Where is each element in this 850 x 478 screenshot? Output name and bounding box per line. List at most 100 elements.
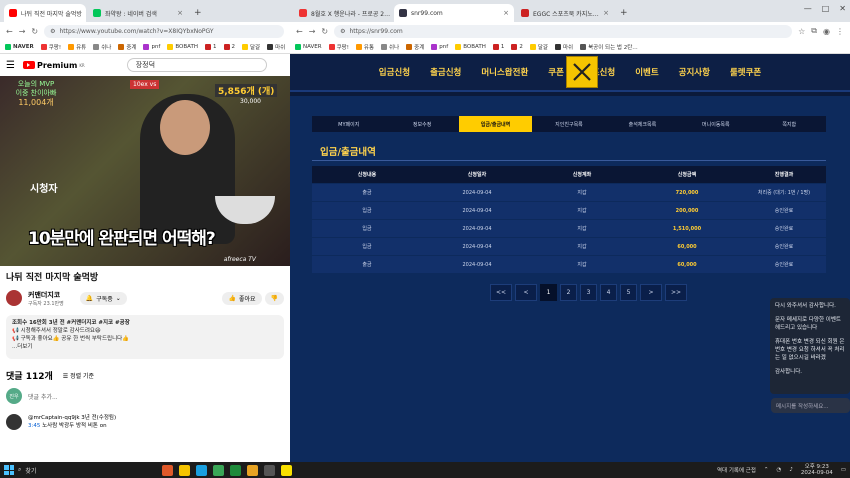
app-icon[interactable] [162,464,173,476]
close-menu-button[interactable] [566,56,598,88]
bookmark-item[interactable]: 쉬나 [93,43,111,51]
bookmark-item[interactable]: 2 [511,43,523,50]
sort-button[interactable]: ☰ 정렬 기준 [63,371,94,380]
page-last[interactable]: >> [665,284,687,301]
comment-timestamp-link[interactable]: 3:45 [28,423,40,429]
page-3[interactable]: 3 [580,284,597,301]
tab-youtube[interactable]: 나뒤 직전 마지막 술먹방 × [4,4,86,22]
video-description[interactable]: 조회수 16만회 3년 전 #커맨더지코 #지코 #공장 📢 시청해주셔서 정말… [6,315,284,359]
nav-deposit[interactable]: 입금신청 [379,66,410,78]
bookmark-item[interactable]: 1 [205,43,217,50]
bookmark-item[interactable]: 2 [223,43,235,50]
star-icon[interactable]: ☆ [798,27,805,36]
back-icon[interactable]: ← [296,27,303,36]
wifi-icon[interactable]: ◔ [777,467,782,473]
chat-input[interactable]: 메시지를 작성하세요... [771,398,850,413]
app-icon[interactable] [230,464,241,476]
video-player[interactable]: 오늘의 MVP 이중 찬이아빠 11,004개 10ex vs 5,856개 (… [0,76,290,266]
maximize-icon[interactable]: □ [822,4,830,13]
bookmark-item[interactable]: 마쉬 [267,43,285,51]
subnav-friends[interactable]: 지인친구목록 [532,121,605,128]
page-5[interactable]: 5 [620,284,637,301]
tab-naver-search[interactable]: 좌약왕 : 네이버 검색 × [88,4,188,22]
menu-icon[interactable]: ☰ [6,60,15,71]
tab-snr99[interactable]: snr99.com × [394,4,514,22]
like-button[interactable]: 👍 좋아요 [222,291,262,305]
new-tab-icon[interactable]: + [620,8,628,18]
more-icon[interactable]: ⋮ [836,27,844,36]
nav-money-swap[interactable]: 머니스왑전환 [481,66,528,78]
page-1[interactable]: 1 [540,284,557,301]
weather-text[interactable]: 역대 기록에 근접 [717,466,756,474]
site-info-icon[interactable]: ⚙ [340,28,345,35]
channel-avatar[interactable] [6,290,22,306]
page-prev[interactable]: < [515,284,537,301]
bookmark-item[interactable]: 북공이 되는 법 2탄… [580,43,638,51]
subnav-money-transfer[interactable]: 머니이동목록 [679,121,752,128]
comment-author[interactable]: @mrCaptain-qq9jk 3년 전(수정됨) [28,414,116,422]
bookmark-item[interactable]: NAVER [5,43,34,50]
bookmark-item[interactable]: 쿠팡! [328,43,349,51]
windows-start-icon[interactable] [4,465,14,475]
tab-lucky-land[interactable]: 8월호 X 행운나라 - 프로공 2… × [294,4,392,22]
nav-event[interactable]: 이벤트 [635,66,658,78]
volume-icon[interactable]: ♪ [789,467,793,473]
chevron-up-icon[interactable]: ⌃ [764,467,769,473]
bookmark-item[interactable]: pnf [431,43,448,50]
kakaotalk-icon[interactable] [281,464,292,476]
site-info-icon[interactable]: ⚙ [50,28,55,35]
profile-icon[interactable]: ◉ [823,27,830,36]
page-2[interactable]: 2 [560,284,577,301]
page-4[interactable]: 4 [600,284,617,301]
bookmark-item[interactable]: 달걀 [242,43,260,51]
tab-eggc[interactable]: EGGC 스포츠북 카지노… × [516,4,614,22]
app-icon[interactable] [264,464,275,476]
notification-icon[interactable]: ▭ [841,467,846,473]
youtube-search-input[interactable]: 장정덕 [126,58,267,72]
channel-name[interactable]: 커맨더지코 [28,290,64,300]
page-next[interactable]: > [640,284,662,301]
nav-roulette-coupon[interactable]: 룰렛쿠폰 [730,66,761,78]
bookmark-item[interactable]: 달걀 [529,43,548,51]
comment-input[interactable]: 댓글 추가... [28,392,58,401]
page-first[interactable]: << [490,284,512,301]
close-window-icon[interactable]: ✕ [839,4,846,13]
bookmark-item[interactable]: 유튜 [68,43,86,51]
taskbar-search[interactable]: ⌕ 찾기 [18,466,118,475]
bookmark-item[interactable]: BOBATH [455,43,486,50]
subscribe-button[interactable]: 🔔 구독중 ⌄ [79,291,127,305]
subnav-deposit-history[interactable]: 입금/출금내역 [458,116,533,132]
new-tab-icon[interactable]: + [194,8,202,18]
chrome-icon[interactable] [213,464,224,476]
bookmark-item[interactable]: BOBATH [167,43,198,50]
url-input[interactable]: ⚙ https://snr99.com [334,24,793,38]
file-explorer-icon[interactable] [179,464,190,476]
clock[interactable]: 오후 9:23 2024-09-04 [801,464,833,476]
nav-coupon[interactable]: 쿠폰 [548,66,564,78]
extensions-icon[interactable]: ⧉ [811,26,817,36]
reload-icon[interactable]: ↻ [321,27,328,36]
bookmark-item[interactable]: 유통 [355,43,374,51]
subnav-mypage[interactable]: MY페이지 [312,121,385,128]
bookmark-item[interactable]: 마쉬 [554,43,573,51]
nav-notice[interactable]: 공지사항 [679,66,710,78]
subnav-edit-info[interactable]: 정보수정 [385,121,458,128]
bookmark-item[interactable]: NAVER [295,43,322,50]
edge-icon[interactable] [196,464,207,476]
youtube-logo[interactable]: Premium KR [22,61,85,70]
nav-withdraw[interactable]: 출금신청 [430,66,461,78]
chrome-icon[interactable] [247,464,258,476]
url-input[interactable]: ⚙ https://www.youtube.com/watch?v=X8IQYb… [44,24,284,38]
back-icon[interactable]: ← [6,27,13,36]
bookmark-item[interactable]: 쉬나 [381,43,399,51]
forward-icon[interactable]: → [309,27,316,36]
close-tab-icon[interactable]: × [177,9,183,17]
commenter-avatar[interactable] [6,414,22,430]
dislike-button[interactable]: 👎 [264,291,284,305]
reload-icon[interactable]: ↻ [31,27,38,36]
bookmark-item[interactable]: 중계 [118,43,136,51]
close-tab-icon[interactable]: × [603,9,609,17]
bookmark-item[interactable]: 1 [492,43,504,50]
close-tab-icon[interactable]: × [503,9,509,17]
bookmark-item[interactable]: 중계 [406,43,424,51]
